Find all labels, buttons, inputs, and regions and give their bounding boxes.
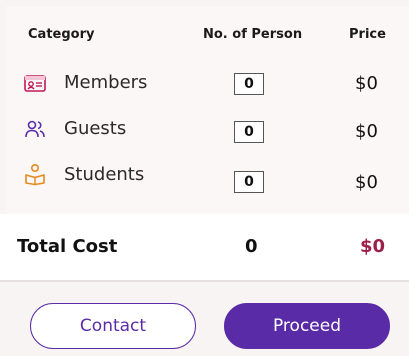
total-cost-label: Total Cost	[17, 236, 118, 257]
row-label-students: Students	[64, 164, 145, 185]
header-persons: No. of Person	[203, 27, 303, 42]
quantity-input-members[interactable]: 0	[234, 73, 264, 95]
quantity-input-guests[interactable]: 0	[234, 121, 264, 143]
student-reading-icon	[25, 163, 45, 186]
total-cost-row: Total Cost 0 $0	[0, 214, 409, 280]
header-price: Price	[349, 27, 386, 42]
users-icon	[25, 120, 45, 138]
row-price-students: $0	[355, 172, 378, 193]
row-price-guests: $0	[355, 121, 378, 142]
total-cost-value: $0	[360, 236, 386, 257]
row-label-guests: Guests	[64, 118, 127, 139]
booking-summary: Category No. of Person Price Members 0 $…	[0, 0, 409, 356]
contact-button[interactable]: Contact	[30, 303, 196, 349]
row-label-members: Members	[64, 72, 148, 93]
id-card-icon	[24, 75, 46, 92]
divider	[0, 280, 409, 282]
total-person-count: 0	[245, 236, 258, 257]
quantity-input-students[interactable]: 0	[234, 171, 264, 193]
header-category: Category	[28, 27, 95, 42]
proceed-button[interactable]: Proceed	[224, 303, 390, 349]
row-price-members: $0	[355, 73, 378, 94]
